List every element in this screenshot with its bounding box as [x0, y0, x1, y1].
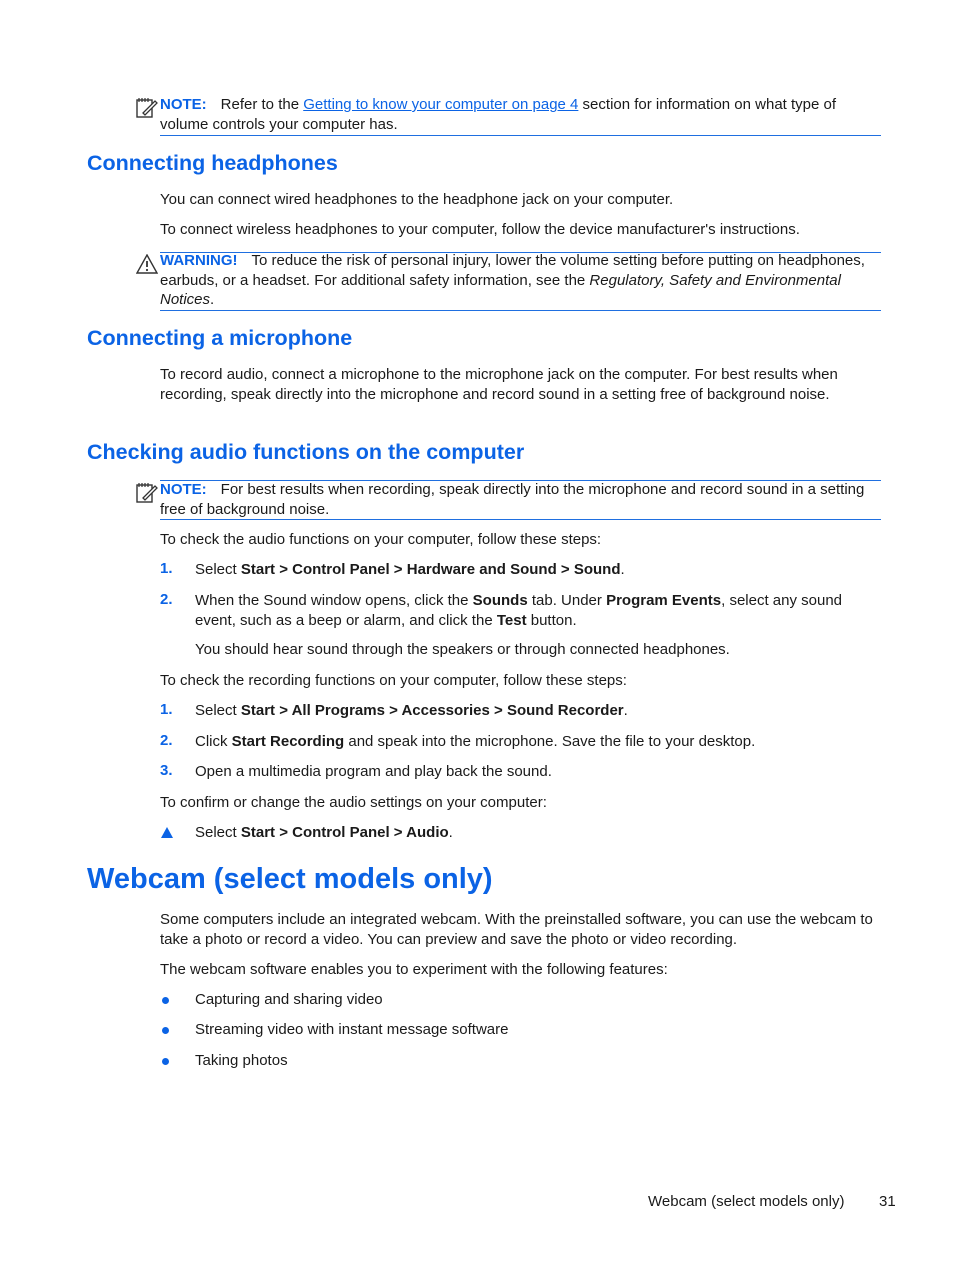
step-text-plain: and speak into the microphone. Save the …	[344, 733, 756, 750]
step-text-plain: .	[623, 702, 628, 719]
step-text: Open a multimedia program and play back …	[195, 762, 885, 782]
step-text-plain: tab. Under	[527, 592, 607, 609]
paragraph: You can connect wired headphones to the …	[160, 191, 674, 208]
note-icon	[135, 96, 159, 124]
bullet-icon	[162, 997, 169, 1004]
paragraph: To check the recording functions on your…	[160, 672, 627, 689]
list-item: Capturing and sharing video	[195, 991, 383, 1008]
paragraph: The webcam software enables you to exper…	[160, 961, 668, 978]
paragraph: To record audio, connect a microphone to…	[160, 366, 838, 403]
step-text-bold: Program Events	[606, 592, 722, 609]
step-text: Select Start > Control Panel > Audio.	[195, 823, 885, 843]
paragraph: To check the audio functions on your com…	[160, 531, 602, 548]
step-text-plain: .	[448, 824, 453, 841]
step-text-plain: Select	[195, 702, 241, 719]
step-text: Click Start Recording and speak into the…	[195, 732, 885, 752]
triangle-bullet-icon	[161, 827, 173, 838]
note-text: Refer to the	[220, 96, 304, 113]
note-divider	[160, 135, 881, 136]
list-item: Streaming video with instant message sof…	[195, 1021, 509, 1038]
step-followup: You should hear sound through the speake…	[195, 641, 730, 658]
step-text-bold: Start > Control Panel > Hardware and Sou…	[240, 561, 621, 578]
heading-webcam: Webcam (select models only)	[87, 863, 493, 895]
heading-connecting-microphone: Connecting a microphone	[87, 326, 353, 350]
step-text-plain: Click	[195, 733, 232, 750]
step-number: 2.	[160, 591, 173, 608]
getting-to-know-link[interactable]: Getting to know your computer on page 4	[303, 96, 578, 113]
step-text-plain: Select	[195, 824, 241, 841]
paragraph: To connect wireless headphones to your c…	[160, 221, 800, 238]
step-text-bold: Start Recording	[231, 733, 345, 750]
paragraph: To confirm or change the audio settings …	[160, 794, 547, 811]
paragraph: Some computers include an integrated web…	[160, 911, 873, 948]
list-item: Taking photos	[195, 1052, 288, 1069]
step-text-plain: Open a multimedia program and play back …	[195, 763, 552, 780]
step-text: Select Start > All Programs > Accessorie…	[195, 701, 885, 721]
step-text-plain: .	[620, 561, 625, 578]
step-text-plain: button.	[526, 611, 577, 629]
bullet-icon	[162, 1027, 169, 1034]
step-number: 3.	[160, 762, 173, 779]
footer-section-title: Webcam (select models only)	[648, 1193, 845, 1210]
step-text-bold: Start > All Programs > Accessories > Sou…	[240, 702, 624, 719]
step-text-bold: Test	[496, 611, 527, 629]
note-label: NOTE:	[160, 96, 207, 113]
step-text: When the Sound window opens, click the S…	[195, 591, 885, 630]
note-label: NOTE:	[160, 481, 207, 498]
step-text-plain: When the Sound window opens, click the	[195, 592, 473, 609]
warning-box: WARNING! To reduce the risk of personal i…	[160, 251, 881, 310]
note-divider-bottom	[160, 519, 881, 520]
step-number: 1.	[160, 701, 173, 718]
note-box: NOTE: For best results when recording, sp…	[160, 480, 881, 519]
note-box: NOTE: Refer to the Getting to know your c…	[160, 95, 881, 134]
step-number: 2.	[160, 732, 173, 749]
step-number: 1.	[160, 560, 173, 577]
warning-divider-bottom	[160, 310, 881, 311]
note-icon	[135, 481, 159, 509]
heading-connecting-headphones: Connecting headphones	[87, 151, 338, 175]
step-text-bold: Sounds	[472, 592, 528, 609]
warning-label: WARNING!	[160, 252, 238, 269]
step-text-bold: Start > Control Panel > Audio	[240, 824, 449, 841]
bullet-icon	[162, 1058, 169, 1065]
heading-checking-audio: Checking audio functions on the computer	[87, 440, 525, 464]
warning-icon	[135, 253, 159, 278]
step-text: Select Start > Control Panel > Hardware …	[195, 560, 885, 580]
step-text-plain: Select	[195, 561, 241, 578]
warning-end: .	[210, 291, 215, 308]
note-text: For best results when recording, speak d…	[160, 481, 865, 518]
page-number: 31	[879, 1193, 896, 1210]
